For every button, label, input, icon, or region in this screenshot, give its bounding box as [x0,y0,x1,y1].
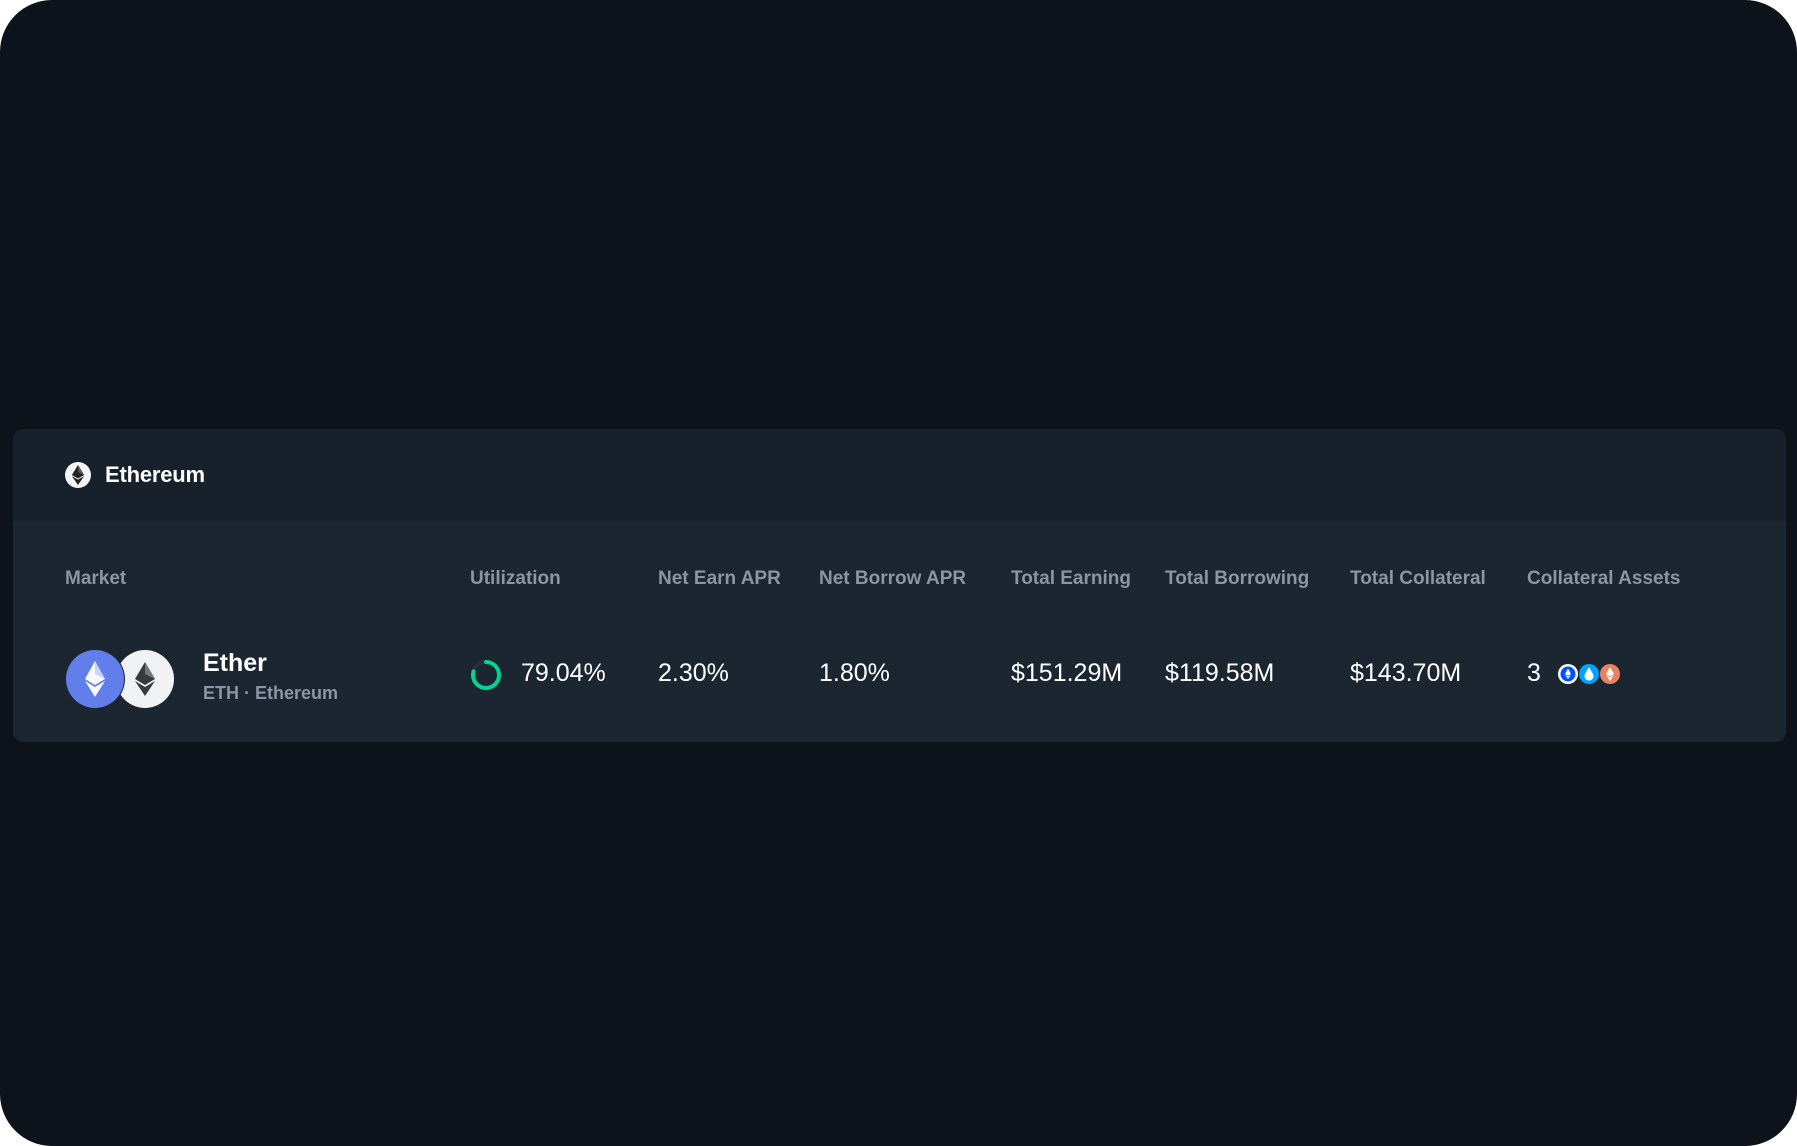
collateral-assets-icons [1557,663,1621,685]
market-subtitle: ETH · Ethereum [203,683,339,703]
column-header-utilization[interactable]: Utilization [470,568,561,590]
column-header-total-borrowing[interactable]: Total Borrowing [1165,568,1309,590]
total-earning-value: $151.29M [1011,659,1123,687]
ethereum-logo-icon [65,462,91,488]
column-header-total-collateral[interactable]: Total Collateral [1350,568,1486,590]
network-title: Ethereum [105,462,205,487]
markets-card: Ethereum Market Utilization Net Earn APR… [13,429,1786,742]
column-header-net-earn-apr[interactable]: Net Earn APR [658,568,781,590]
total-collateral-value: $143.70M [1350,659,1462,687]
utilization-ring-icon [471,660,501,690]
market-asset-icons [65,648,175,710]
market-name: Ether [203,649,267,677]
column-header-market[interactable]: Market [65,568,126,590]
cbeth-icon [1557,663,1579,685]
collateral-assets-count: 3 [1527,659,1541,687]
net-earn-apr-value: 2.30% [658,659,729,687]
app-frame: Ethereum Market Utilization Net Earn APR… [0,0,1797,1146]
wsteth-icon [1578,663,1600,685]
ether-token-icon [65,649,125,709]
reth-icon [1599,663,1621,685]
net-borrow-apr-value: 1.80% [819,659,890,687]
network-header: Ethereum [13,429,1786,521]
utilization-value: 79.04% [521,659,606,687]
column-header-net-borrow-apr[interactable]: Net Borrow APR [819,568,966,590]
total-borrowing-value: $119.58M [1165,659,1275,687]
column-header-collateral-assets[interactable]: Collateral Assets [1527,568,1680,590]
column-header-total-earning[interactable]: Total Earning [1011,568,1131,590]
